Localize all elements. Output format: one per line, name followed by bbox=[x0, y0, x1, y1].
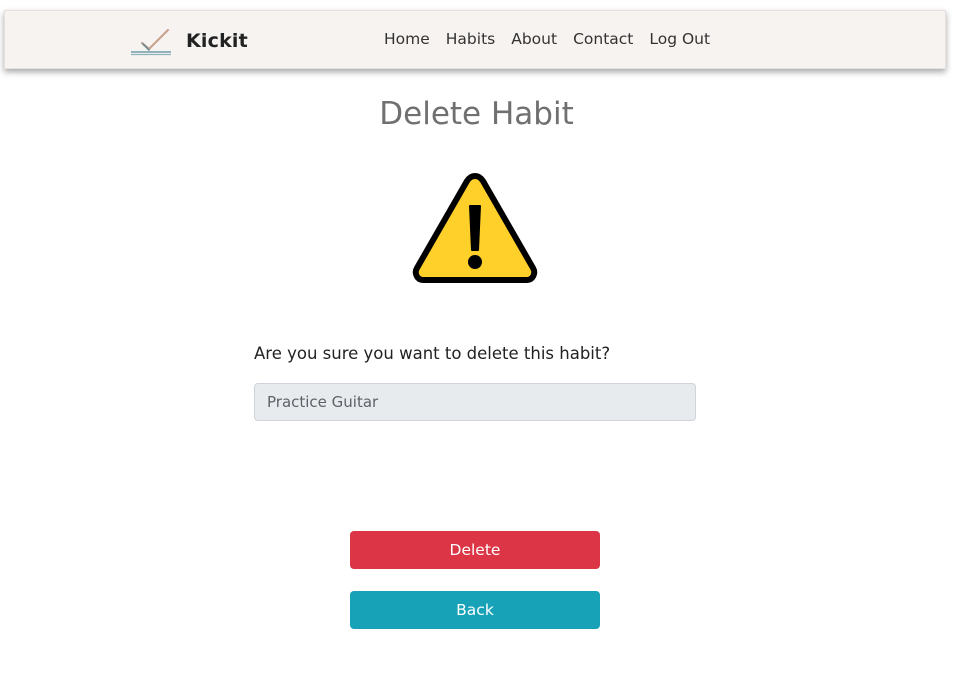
nav-logout-link[interactable]: Log Out bbox=[649, 30, 710, 48]
nav-links: Home Habits About Contact Log Out bbox=[384, 30, 710, 48]
delete-button[interactable]: Delete bbox=[350, 531, 600, 569]
page-title: Delete Habit bbox=[379, 96, 574, 132]
nav-home-link[interactable]: Home bbox=[384, 30, 430, 48]
nav-contact-link[interactable]: Contact bbox=[573, 30, 633, 48]
navbar: Kickit Home Habits About Contact Log Out bbox=[4, 10, 946, 69]
warning-triangle-icon bbox=[412, 173, 538, 283]
back-button[interactable]: Back bbox=[350, 591, 600, 629]
nav-about-link[interactable]: About bbox=[511, 30, 557, 48]
confirmation-question: Are you sure you want to delete this hab… bbox=[254, 344, 611, 363]
checkmark-logo-icon bbox=[131, 28, 171, 56]
nav-habits-link[interactable]: Habits bbox=[446, 30, 495, 48]
brand[interactable]: Kickit bbox=[130, 25, 248, 57]
brand-name: Kickit bbox=[186, 30, 248, 52]
habit-name-field[interactable] bbox=[254, 383, 696, 421]
